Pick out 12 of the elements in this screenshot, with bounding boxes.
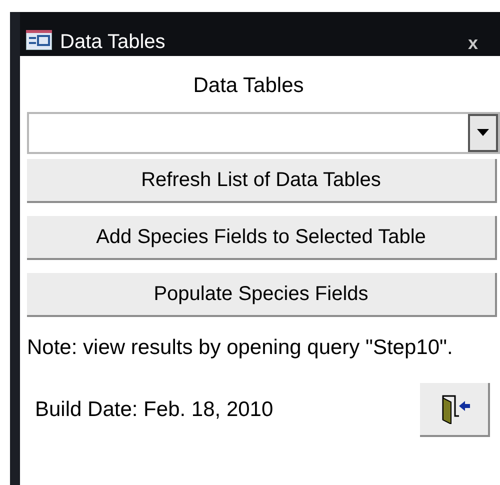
- build-date: Build Date: Feb. 18, 2010: [35, 396, 274, 423]
- action-button[interactable]: Populate Species Fields: [27, 272, 497, 316]
- close-button[interactable]: x: [468, 34, 478, 52]
- action-button[interactable]: Refresh List of Data Tables: [27, 158, 497, 202]
- window-title: Data Tables: [60, 32, 166, 52]
- form-heading: Data Tables: [193, 73, 305, 99]
- form-icon: [26, 30, 52, 50]
- action-button[interactable]: Add Species Fields to Selected Table: [27, 216, 497, 260]
- dropdown-button[interactable]: [468, 114, 498, 152]
- note-text: Note: view results by opening query "Step10".: [27, 334, 454, 360]
- caret-icon: [477, 129, 489, 136]
- exit-button[interactable]: [420, 382, 490, 436]
